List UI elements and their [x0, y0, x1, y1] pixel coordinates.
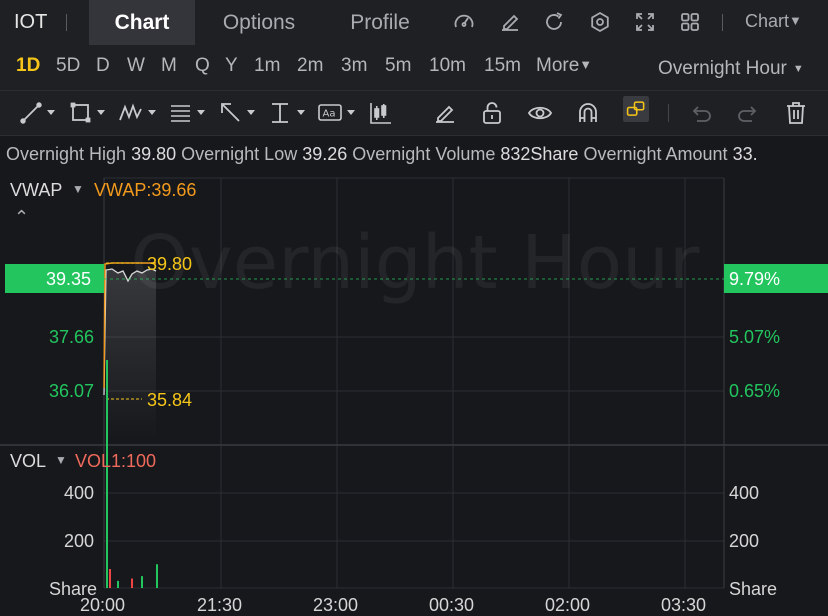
- period-5m[interactable]: 5m: [385, 55, 411, 77]
- period-2m[interactable]: 2m: [297, 55, 323, 77]
- chart-menu-dropdown[interactable]: Chart▼: [745, 11, 802, 32]
- symbol-label[interactable]: IOT: [14, 11, 47, 34]
- overnight-high-value: 39.80: [131, 144, 177, 164]
- overnight-high-label: Overnight High: [6, 144, 127, 164]
- edit-icon[interactable]: [499, 11, 521, 33]
- svg-text:Aa: Aa: [323, 109, 336, 120]
- time-axis-tick: 20:00: [80, 595, 126, 615]
- candle-tool-icon[interactable]: [368, 100, 394, 126]
- collapse-icon[interactable]: ⌃: [14, 207, 29, 228]
- watermark: Overnight Hour: [131, 220, 700, 306]
- fib-icon[interactable]: [169, 100, 213, 126]
- overnight-amount-value: 33.: [732, 144, 758, 164]
- price-area: [106, 269, 156, 440]
- caret-down-icon[interactable]: ▼: [55, 453, 67, 467]
- price-axis-tick: 37.66: [49, 327, 95, 347]
- time-axis-tick: 21:30: [197, 595, 243, 615]
- volume-axis-tick: 200: [729, 531, 760, 551]
- tab-chart[interactable]: Chart: [89, 0, 195, 45]
- volume-unit-label: Share: [729, 579, 778, 599]
- period-y[interactable]: Y: [225, 55, 238, 77]
- volume-bar: [156, 564, 158, 588]
- trash-icon[interactable]: [783, 100, 809, 126]
- tab-options[interactable]: Options: [200, 0, 318, 45]
- caret-down-icon: ▼: [792, 63, 804, 75]
- period-w[interactable]: W: [127, 55, 145, 77]
- drawing-toolbar: Aa: [0, 91, 828, 136]
- lock-icon[interactable]: [479, 100, 505, 126]
- period-10m[interactable]: 10m: [429, 55, 466, 77]
- caret-down-icon[interactable]: ▼: [72, 182, 84, 196]
- overnight-low-value: 39.26: [302, 144, 348, 164]
- low-marker-label: 35.84: [147, 390, 193, 410]
- period-5d[interactable]: 5D: [56, 55, 80, 77]
- trend-line-icon[interactable]: [20, 100, 64, 126]
- volume-bar: [141, 576, 143, 588]
- arrow-icon[interactable]: [219, 100, 263, 126]
- eye-icon[interactable]: [527, 100, 553, 126]
- overnight-amount-label: Overnight Amount: [583, 144, 728, 164]
- volume-bar: [109, 569, 111, 588]
- period-1m[interactable]: 1m: [254, 55, 280, 77]
- vol-value: VOL1:100: [75, 451, 157, 471]
- redo-icon[interactable]: [735, 100, 761, 126]
- link-icon[interactable]: [619, 96, 653, 130]
- session-stats: Overnight High 39.80 Overnight Low 39.26…: [6, 144, 758, 165]
- magnet-icon[interactable]: [575, 100, 601, 126]
- last-price-value: 39.35: [46, 269, 92, 289]
- session-dropdown[interactable]: Overnight Hour ▼: [658, 58, 804, 80]
- price-axis-tick: 36.07: [49, 381, 95, 401]
- divider: [668, 104, 669, 122]
- overnight-volume-label: Overnight Volume: [352, 144, 496, 164]
- refresh-icon[interactable]: [543, 11, 565, 33]
- pattern-icon[interactable]: [118, 100, 164, 126]
- pct-axis-tick: 0.65%: [729, 381, 781, 401]
- last-pct-value: 9.79%: [729, 269, 781, 289]
- undo-icon[interactable]: [688, 100, 714, 126]
- volume-bar: [117, 580, 119, 588]
- more-label: More: [536, 55, 580, 76]
- more-periods-dropdown[interactable]: More▼: [536, 55, 592, 77]
- pct-axis-tick: 5.07%: [729, 327, 781, 347]
- time-axis-tick: 00:30: [429, 595, 475, 615]
- volume-bar: [106, 360, 108, 588]
- period-15m[interactable]: 15m: [484, 55, 521, 77]
- tab-profile[interactable]: Profile: [325, 0, 435, 45]
- period-bar: 1D 5D D W M Q Y 1m 2m 3m 5m 10m 15m More…: [0, 45, 828, 91]
- vwap-value: VWAP:39.66: [94, 180, 197, 200]
- text-label-icon[interactable]: Aa: [317, 100, 363, 126]
- fullscreen-icon[interactable]: [634, 11, 656, 33]
- high-marker-label: 39.80: [147, 254, 193, 274]
- overnight-low-label: Overnight Low: [181, 144, 298, 164]
- session-label: Overnight Hour: [658, 58, 787, 79]
- vwap-indicator-label[interactable]: VWAP: [10, 180, 62, 201]
- period-q[interactable]: Q: [195, 55, 210, 77]
- settings-icon[interactable]: [589, 11, 611, 33]
- caret-down-icon: ▼: [579, 57, 593, 72]
- top-bar: IOT Chart Options Profile Chart▼: [0, 0, 828, 45]
- period-3m[interactable]: 3m: [341, 55, 367, 77]
- price-chart[interactable]: Overnight Hour: [0, 170, 828, 615]
- chart-menu-label: Chart: [745, 11, 790, 31]
- volume-axis-tick: 400: [729, 483, 760, 503]
- pencil-icon[interactable]: [432, 100, 458, 126]
- grid-layout-icon[interactable]: [679, 11, 701, 33]
- volume-axis-tick: 400: [64, 483, 95, 503]
- time-axis-tick: 23:00: [313, 595, 359, 615]
- divider: [722, 14, 723, 31]
- speedometer-icon[interactable]: [453, 11, 475, 33]
- divider: [66, 14, 67, 31]
- overnight-volume-value: 832Share: [500, 144, 579, 164]
- period-m[interactable]: M: [161, 55, 177, 77]
- period-1d[interactable]: 1D: [16, 55, 40, 77]
- time-axis-tick: 03:30: [661, 595, 707, 615]
- volume-axis-tick: 200: [64, 531, 95, 551]
- time-axis-tick: 02:00: [545, 595, 591, 615]
- text-measure-icon[interactable]: [269, 100, 313, 126]
- volume-bar: [131, 578, 133, 588]
- vol-indicator-label[interactable]: VOL: [10, 451, 46, 472]
- caret-down-icon: ▼: [789, 13, 802, 28]
- rectangle-icon[interactable]: [70, 100, 114, 126]
- period-d[interactable]: D: [96, 55, 110, 77]
